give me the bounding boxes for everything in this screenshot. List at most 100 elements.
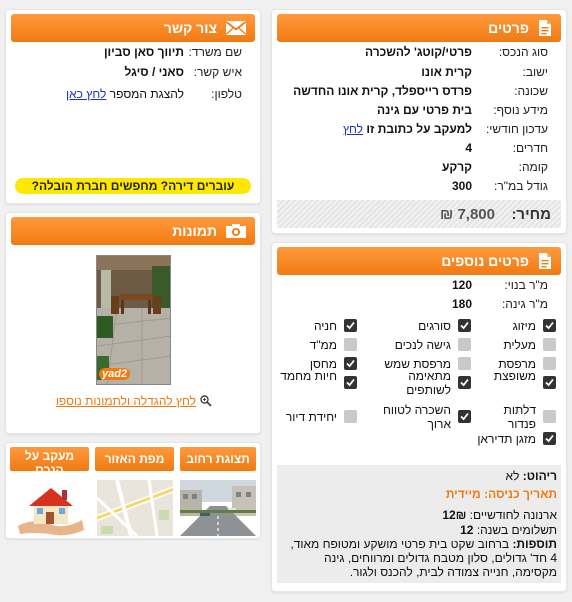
detail-value: קרית אונו: [421, 65, 472, 79]
street-photo-image: [180, 480, 256, 536]
price-value: 7,800 ₪: [440, 206, 495, 223]
street-view-thumb[interactable]: [180, 480, 256, 536]
feature-checkbox: [344, 410, 357, 423]
garden-area-label: מ"ר גינה:: [501, 297, 548, 311]
enlarge-row: לחץ להגדלה ולתמונות נוספו: [56, 394, 212, 408]
feature-checkbox: [543, 357, 556, 370]
map-tabs-panel: תצוגת רחוב מפת האזור מעקב על הנכס: [5, 442, 261, 539]
feature-checkbox: [344, 319, 357, 332]
envelope-icon: [225, 21, 247, 35]
furniture-row: ריהוט: לא: [505, 469, 557, 483]
feature-checkbox: [344, 376, 357, 389]
more-details-panel: פרטים נוספים מ"ר בנוי: 120 מ"ר גינה: 180…: [271, 242, 567, 592]
detail-value: קרקע: [442, 160, 472, 174]
yad2-watermark: yad2: [99, 368, 131, 380]
entry-date-row: תאריך כניסה: מיידית: [446, 487, 557, 501]
detail-label: חדרים:: [512, 141, 548, 155]
entry-date-label: תאריך כניסה:: [484, 487, 557, 501]
detail-value-text: 300: [451, 179, 472, 193]
house-in-hand-icon: [18, 488, 84, 536]
tab-street-view[interactable]: תצוגת רחוב: [180, 447, 256, 471]
property-photo[interactable]: yad2: [96, 255, 171, 385]
arnona-value: 12₪: [442, 508, 467, 522]
feature-checkbox: [543, 376, 556, 389]
feature-label: מזגן תדיראן: [477, 432, 536, 446]
contact-header: צור קשר: [11, 14, 255, 42]
detail-value: פרדס רייספלד, קרית אונו החדשה: [293, 84, 472, 98]
feature-checkbox: [543, 319, 556, 332]
advertiser-label: שם משרד:: [188, 45, 242, 59]
tab-street-view-label: תצוגת רחוב: [186, 452, 250, 466]
detail-value-text: פרדס רייספלד, קרית אונו החדשה: [293, 84, 472, 98]
detail-value-text: למעקב על כתובת זו: [366, 122, 472, 136]
feature-checkbox: [543, 432, 556, 445]
feature-label: חניה: [313, 319, 337, 333]
feature-checkbox: [458, 357, 471, 370]
photos-panel: תמונות yad2 לחץ להגדלה ולתמונות נוספו: [5, 212, 261, 434]
patio-photo-image: [97, 256, 170, 384]
area-map-thumb[interactable]: [97, 480, 173, 536]
entry-date-value: מיידית: [445, 487, 481, 501]
feature-checkbox: [458, 410, 471, 423]
moving-banner[interactable]: עוברים דירה? מחפשים חברת הובלה?: [15, 178, 251, 194]
feature-label: סורגים: [418, 319, 451, 333]
garden-area-value: 180: [451, 297, 472, 311]
show-phone-link[interactable]: לחץ כאן: [66, 87, 106, 101]
feature-checkbox: [458, 376, 471, 389]
tab-track-property[interactable]: מעקב על הנכס: [10, 447, 89, 471]
magnifier-icon: [200, 395, 212, 407]
detail-value-text: קרקע: [441, 160, 472, 174]
contact-panel: צור קשר שם משרד: תיווך סאן סביון איש קשר…: [5, 9, 261, 204]
map-image: [97, 480, 173, 536]
extras-row: תוספות: ברחוב שקט בית פרטי מושקע ומטופח …: [285, 537, 557, 579]
more-details-title: פרטים נוספים: [441, 253, 529, 269]
detail-label: סוג הנכס:: [498, 45, 548, 59]
detail-value-text: פרטי/קוטג' להשכרה: [364, 45, 472, 59]
tab-track-property-label: מעקב על הנכס: [24, 449, 75, 471]
feature-label: דלתות פנדור: [503, 403, 536, 431]
detail-value: 300: [452, 179, 472, 193]
detail-label: ישוב:: [522, 65, 548, 79]
more-details-header: פרטים נוספים: [277, 247, 561, 275]
feature-label: יחידת דיור: [285, 410, 337, 424]
furniture-label: ריהוט:: [522, 469, 557, 483]
moving-banner-text: עוברים דירה? מחפשים חברת הובלה?: [31, 179, 235, 193]
contact-title: צור קשר: [163, 20, 217, 36]
photos-title: תמונות: [172, 223, 217, 239]
detail-value-text: 4: [465, 141, 472, 155]
tab-area-map[interactable]: מפת האזור: [95, 447, 174, 471]
details-title: פרטים: [488, 20, 529, 36]
monthly-update-link[interactable]: לחץ: [343, 122, 363, 136]
photos-header: תמונות: [11, 217, 255, 245]
price-bar: מחיר: 7,800 ₪: [277, 200, 561, 228]
feature-checkbox: [458, 319, 471, 332]
price-label: מחיר:: [511, 206, 551, 223]
phone-row: להצגת המספר לחץ כאן: [66, 87, 184, 101]
phone-text: להצגת המספר: [109, 87, 184, 101]
agent-label: איש קשר:: [193, 65, 242, 79]
feature-label: מיזוג: [512, 319, 536, 333]
feature-label: מתאימה לשותפים: [406, 369, 451, 397]
agent-value: סאני / סיגל: [124, 65, 185, 79]
feature-checkbox: [543, 410, 556, 423]
details-panel: פרטים סוג הנכס: פרטי/קוטג' להשכרה ישוב: קרי…: [271, 9, 567, 234]
phone-label: טלפון:: [211, 87, 242, 101]
detail-value: פרטי/קוטג' להשכרה: [365, 45, 472, 59]
document-icon: [539, 20, 551, 36]
payments-label: תשלומים בשנה:: [476, 523, 557, 537]
arnona-label: ארנונה לחודשיים:: [469, 508, 557, 522]
built-area-label: מ"ר בנוי:: [504, 278, 548, 292]
detail-label: גודל במ"ר:: [494, 179, 548, 193]
tab-area-map-label: מפת האזור: [104, 452, 165, 466]
feature-checkbox: [543, 338, 556, 351]
feature-label: חיות מחמד: [280, 369, 337, 383]
detail-label: מידע נוסף:: [493, 103, 548, 117]
feature-label: ממ"ד: [309, 338, 337, 352]
arnona-row: ארנונה לחודשיים: 12₪: [442, 508, 557, 522]
enlarge-photos-link[interactable]: לחץ להגדלה ולתמונות נוספו: [56, 394, 196, 408]
feature-checkbox: [344, 357, 357, 370]
track-property-thumb[interactable]: [12, 480, 88, 536]
feature-label: מעלית: [503, 338, 536, 352]
feature-label: גישה לנכים: [394, 338, 451, 352]
more-info-box: ריהוט: לא תאריך כניסה: מיידית ארנונה לחו…: [277, 465, 561, 583]
